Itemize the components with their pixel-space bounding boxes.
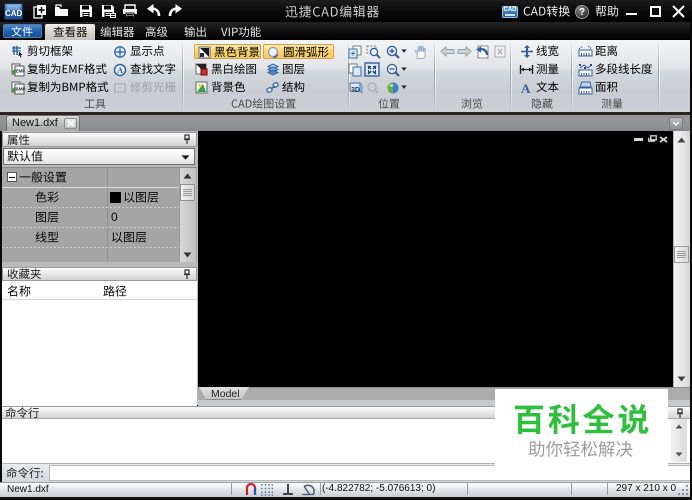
svg-text:A: A: [117, 65, 124, 75]
svg-text:A: A: [521, 81, 531, 94]
svg-text:3D: 3D: [351, 87, 360, 94]
